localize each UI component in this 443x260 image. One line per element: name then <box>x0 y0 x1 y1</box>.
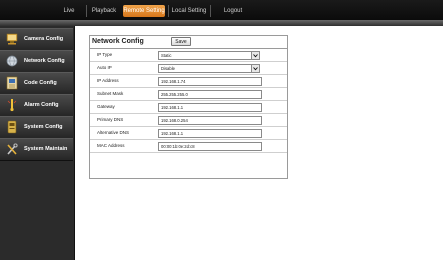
sidebar-item-system-maintain[interactable]: System Maintain <box>0 138 73 161</box>
ip-type-select[interactable]: Static <box>158 51 260 60</box>
save-button[interactable]: Save <box>171 37 191 46</box>
camera-config-icon <box>6 32 18 46</box>
tab-local-setting[interactable]: Local Setting <box>168 5 209 17</box>
alarm-config-icon <box>6 98 18 112</box>
ip-type-label: IP Type <box>97 52 113 57</box>
auto-ip-label: Auto IP <box>97 65 112 70</box>
gateway-label: Gateway <box>97 104 115 109</box>
tab-playback[interactable]: Playback <box>86 5 121 17</box>
primary-dns-label: Primary DNS <box>97 117 124 122</box>
sidebar-item-network-config[interactable]: Network Config <box>0 50 73 73</box>
row-ip-address: IP Address 192.168.1.74 <box>90 75 287 88</box>
sidebar-item-label: System Config <box>24 124 63 130</box>
top-navigation: Live Playback Remote Setting Local Setti… <box>0 0 443 20</box>
main-content: Network Config Save IP Type Static Auto … <box>75 26 443 260</box>
chevron-down-icon[interactable] <box>251 52 259 59</box>
system-maintain-icon <box>6 142 18 156</box>
sidebar-item-label: Alarm Config <box>24 102 59 108</box>
ip-type-value: Static <box>161 53 172 58</box>
sidebar-item-alarm-config[interactable]: Alarm Config <box>0 94 73 117</box>
alternative-dns-field[interactable]: 192.168.1.1 <box>158 129 262 138</box>
chevron-down-icon[interactable] <box>251 65 259 72</box>
sidebar-item-camera-config[interactable]: Camera Config <box>0 28 73 51</box>
row-ip-type: IP Type Static <box>90 49 287 62</box>
sidebar-item-code-config[interactable]: Code Config <box>0 72 73 95</box>
code-config-icon <box>6 76 18 90</box>
auto-ip-value: Disable <box>161 66 175 71</box>
sidebar-item-label: Network Config <box>24 58 65 64</box>
alternative-dns-label: Alternative DNS <box>97 130 130 135</box>
row-subnet-mask: Subnet Mask 255.255.255.0 <box>90 88 287 101</box>
sidebar-item-label: Code Config <box>24 80 57 86</box>
primary-dns-field[interactable]: 192.168.0.254 <box>158 116 262 125</box>
ip-address-label: IP Address <box>97 78 119 83</box>
row-primary-dns: Primary DNS 192.168.0.254 <box>90 114 287 127</box>
system-config-icon <box>6 120 18 134</box>
gateway-field[interactable]: 192.168.1.1 <box>158 103 262 112</box>
subnet-mask-field[interactable]: 255.255.255.0 <box>158 90 262 99</box>
tab-logout[interactable]: Logout <box>210 5 255 17</box>
row-gateway: Gateway 192.168.1.1 <box>90 101 287 114</box>
tab-live[interactable]: Live <box>52 5 86 17</box>
sidebar-item-label: System Maintain <box>24 146 68 152</box>
subnet-mask-label: Subnet Mask <box>97 91 124 96</box>
sidebar-item-label: Camera Config <box>24 36 64 42</box>
sidebar-item-system-config[interactable]: System Config <box>0 116 73 139</box>
row-alternative-dns: Alternative DNS 192.168.1.1 <box>90 127 287 140</box>
row-auto-ip: Auto IP Disable <box>90 62 287 75</box>
row-mac-address: MAC Address 00:00:1b:0e:2d:c8 <box>90 140 287 153</box>
ip-address-field[interactable]: 192.168.1.74 <box>158 77 262 86</box>
auto-ip-select[interactable]: Disable <box>158 64 260 73</box>
network-config-panel: Network Config Save IP Type Static Auto … <box>89 35 288 179</box>
tab-remote-setting[interactable]: Remote Setting <box>123 5 165 17</box>
mac-address-field[interactable]: 00:00:1b:0e:2d:c8 <box>158 142 262 151</box>
mac-address-label: MAC Address <box>97 143 125 148</box>
network-config-icon <box>6 54 18 68</box>
sidebar: Camera Config Network Config Code Config <box>0 26 75 260</box>
page-title: Network Config <box>92 38 144 45</box>
